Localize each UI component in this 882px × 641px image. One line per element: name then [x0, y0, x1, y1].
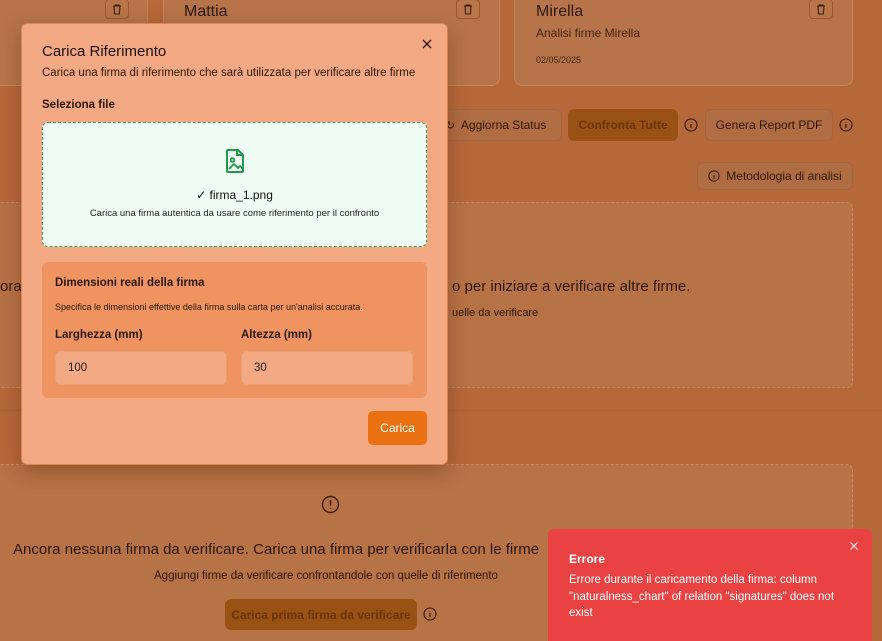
- file-dropzone[interactable]: ✓ firma_1.png Carica una firma autentica…: [42, 122, 427, 247]
- delete-button[interactable]: [809, 0, 833, 19]
- info-icon[interactable]: [839, 118, 853, 132]
- alert-icon: [321, 495, 340, 514]
- info-icon[interactable]: [684, 118, 698, 132]
- file-section-label: Seleziona file: [42, 99, 115, 111]
- height-field[interactable]: [241, 351, 413, 385]
- file-hint: Carica una firma autentica da usare come…: [89, 208, 380, 219]
- delete-button[interactable]: [456, 0, 480, 19]
- dimensions-title: Dimensioni reali della firma: [55, 277, 205, 289]
- generate-report-button[interactable]: Genera Report PDF: [705, 109, 833, 141]
- refresh-status-button[interactable]: ↻ Aggiorna Status: [430, 109, 562, 141]
- dimensions-hint: Specifica le dimensioni effettive della …: [55, 302, 363, 312]
- trash-icon: [464, 3, 472, 15]
- modal-description: Carica una firma di riferimento che sarà…: [42, 67, 416, 79]
- height-label: Altezza (mm): [241, 329, 312, 341]
- trash-icon: [113, 3, 121, 15]
- upload-first-signature-button[interactable]: Carica prima firma da verificare: [225, 599, 417, 630]
- info-icon: [708, 170, 720, 182]
- close-icon[interactable]: [849, 541, 859, 551]
- upload-reference-modal: Carica Riferimento Carica una firma di r…: [21, 23, 448, 465]
- info-icon[interactable]: [423, 607, 437, 621]
- card-date: 02/05/2025: [536, 55, 582, 65]
- modal-title: Carica Riferimento: [42, 43, 167, 60]
- card-name: Mattia: [184, 3, 228, 20]
- close-icon[interactable]: [421, 38, 433, 50]
- selected-file-name: ✓ firma_1.png: [196, 188, 273, 202]
- toast-message: Errore durante il caricamento della firm…: [569, 574, 835, 619]
- delete-button[interactable]: [105, 0, 129, 19]
- trash-icon: [817, 3, 825, 15]
- reference-empty-title: o per iniziare a verificare altre firme.: [452, 278, 691, 295]
- methodology-button[interactable]: Metodologia di analisi: [697, 162, 853, 190]
- card-subtitle: Analisi firme Mirella: [536, 26, 641, 40]
- error-toast: Errore Errore durante il caricamento del…: [548, 529, 872, 641]
- verify-empty-title: Ancora nessuna firma da verificare. Cari…: [13, 541, 540, 558]
- width-field[interactable]: [55, 351, 227, 385]
- verify-empty-subtitle: Aggiungi firme da verificare confrontand…: [154, 570, 498, 582]
- reference-empty-subtitle: uelle da verificare: [452, 307, 539, 319]
- reference-empty-fragment: ora: [0, 278, 22, 295]
- image-file-icon: [226, 149, 244, 173]
- compare-all-button[interactable]: Confronta Tutte: [568, 109, 678, 141]
- width-label: Larghezza (mm): [55, 329, 143, 341]
- dimensions-panel: Dimensioni reali della firma Specifica l…: [42, 262, 427, 398]
- toast-title: Errore: [569, 552, 606, 566]
- card-name: Mirella: [536, 3, 584, 20]
- upload-button[interactable]: Carica: [368, 411, 427, 445]
- signature-card: Mirella Analisi firme Mirella 02/05/2025: [514, 0, 853, 86]
